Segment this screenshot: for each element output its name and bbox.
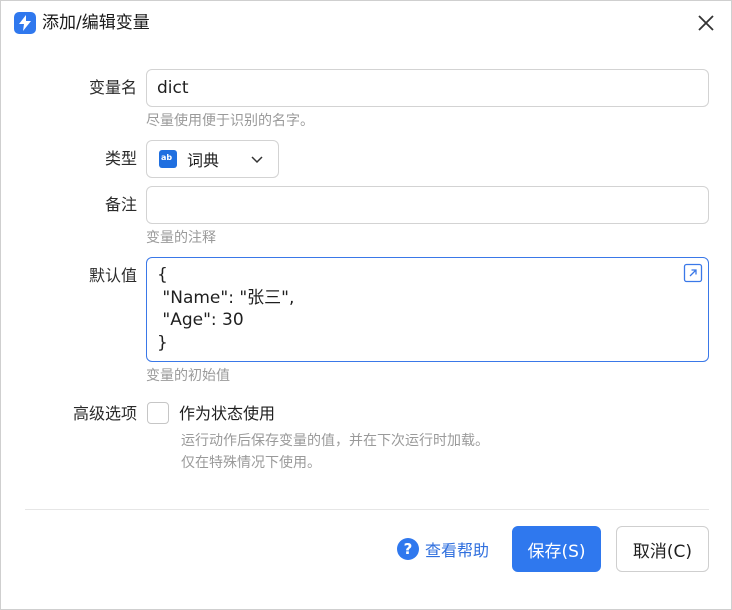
type-label: 类型 bbox=[104, 149, 137, 168]
help-link[interactable]: ? 查看帮助 bbox=[397, 536, 489, 562]
variable-name-input[interactable]: dict bbox=[146, 69, 709, 107]
dictionary-type-icon: ab bbox=[159, 150, 177, 168]
advanced-hint-line2: 仅在特殊情况下使用。 bbox=[181, 455, 321, 471]
default-value-label: 默认值 bbox=[88, 266, 137, 285]
note-label: 备注 bbox=[104, 195, 137, 214]
use-as-state-checkbox[interactable] bbox=[147, 402, 169, 424]
close-button[interactable] bbox=[693, 10, 719, 36]
name-hint: 尽量使用便于识别的名字。 bbox=[146, 113, 314, 129]
dialog-title: 添加/编辑变量 bbox=[42, 13, 150, 33]
edit-variable-dialog: 添加/编辑变量 变量名 dict 尽量使用便于识别的名字。 类型 ab 词典 备… bbox=[0, 0, 732, 610]
advanced-hint-line1: 运行动作后保存变量的值，并在下次运行时加载。 bbox=[181, 433, 489, 449]
close-icon bbox=[698, 15, 714, 31]
question-circle-icon: ? bbox=[397, 538, 419, 560]
default-value-textarea[interactable]: { "Name": "张三", "Age": 30 } bbox=[146, 257, 709, 362]
use-as-state-label[interactable]: 作为状态使用 bbox=[179, 403, 275, 425]
expand-editor-icon bbox=[683, 263, 703, 283]
note-input[interactable] bbox=[146, 186, 709, 224]
type-select-value: 词典 bbox=[187, 151, 220, 170]
save-button[interactable]: 保存(S) bbox=[512, 526, 601, 572]
help-link-label: 查看帮助 bbox=[425, 541, 490, 560]
type-select[interactable]: ab 词典 bbox=[146, 140, 279, 178]
advanced-label: 高级选项 bbox=[72, 404, 137, 423]
note-hint: 变量的注释 bbox=[146, 230, 216, 246]
title-bar: 添加/编辑变量 bbox=[1, 1, 731, 45]
expand-editor-button[interactable] bbox=[683, 263, 703, 283]
variable-name-value: dict bbox=[157, 78, 189, 98]
chevron-down-icon bbox=[251, 156, 263, 164]
name-label: 变量名 bbox=[88, 78, 137, 97]
dictionary-type-icon-text: ab bbox=[161, 153, 173, 162]
default-value-hint: 变量的初始值 bbox=[146, 368, 230, 384]
footer-divider bbox=[25, 509, 709, 510]
lightning-app-icon bbox=[14, 12, 36, 34]
cancel-button[interactable]: 取消(C) bbox=[616, 526, 709, 572]
